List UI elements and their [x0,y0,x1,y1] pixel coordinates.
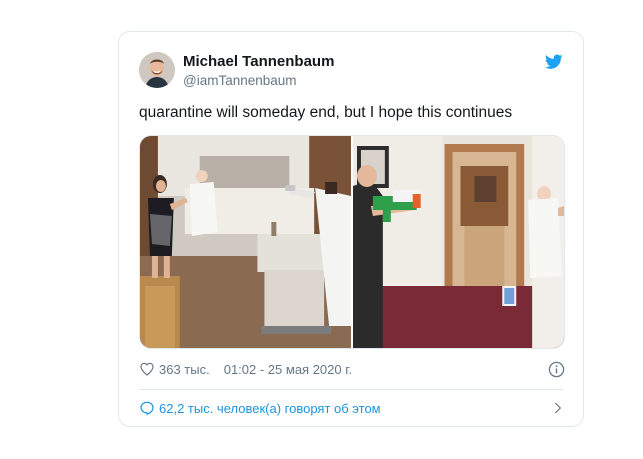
divider [139,389,563,390]
author-name[interactable]: Michael Tannenbaum [183,53,334,70]
heart-icon [140,362,154,376]
tweet-meta: 363 тыс. 01:02 - 25 мая 2020 г. [139,360,565,378]
chevron-right-icon [555,402,561,414]
twitter-bird-icon[interactable] [545,54,563,70]
conversation-link[interactable]: 62,2 тыс. человек(а) говорят об этом [139,398,565,418]
media-photo-2[interactable] [353,136,564,348]
church-baptism-photo [140,136,351,348]
tweet-text: quarantine will someday end, but I hope … [139,104,513,121]
media-photo-1[interactable] [140,136,351,348]
like-button[interactable]: 363 тыс. [139,361,210,377]
avatar-image [139,52,175,88]
tweet-timestamp[interactable]: 01:02 - 25 мая 2020 г. [224,362,352,377]
conversation-text: 62,2 тыс. человек(а) говорят об этом [159,400,381,416]
info-icon[interactable] [548,361,565,378]
tweet-card: Michael Tannenbaum @iamTannenbaum quaran… [118,31,584,427]
speech-bubble-icon [140,401,154,415]
like-count: 363 тыс. [159,361,210,377]
author-handle[interactable]: @iamTannenbaum [183,73,297,88]
water-gun-photo [353,136,564,348]
tweet-media [139,135,565,349]
avatar[interactable] [139,52,175,88]
